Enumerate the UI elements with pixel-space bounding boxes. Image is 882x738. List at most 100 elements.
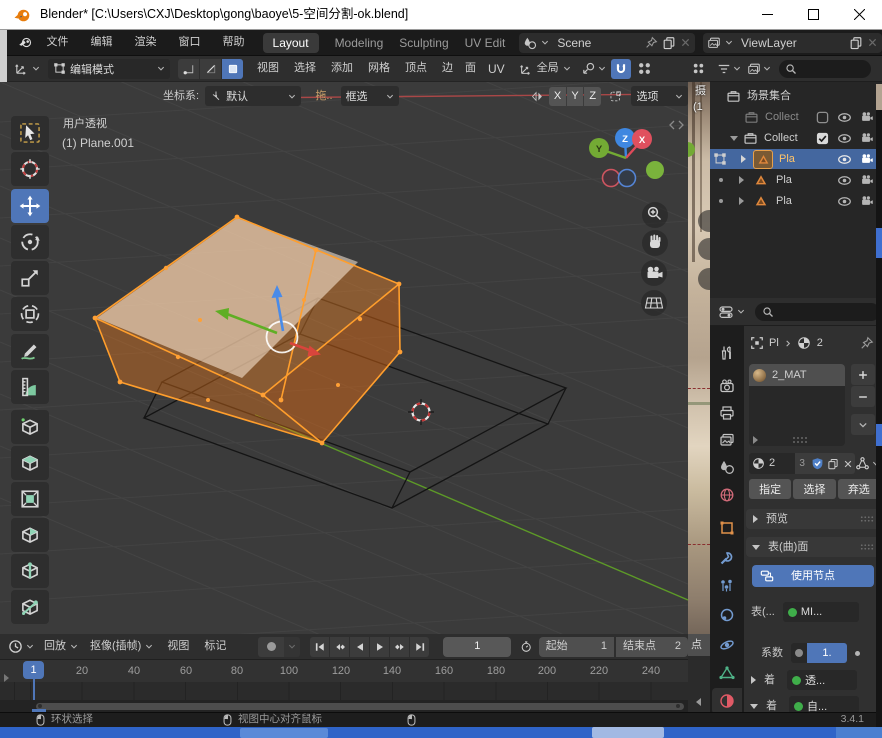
select-mode-edge[interactable] (200, 59, 221, 79)
tab-world[interactable] (712, 482, 742, 508)
minimize-button[interactable] (744, 0, 790, 30)
vp-menu-view[interactable]: 视图 (257, 63, 279, 74)
expand-left-arrow-icon[interactable] (4, 674, 9, 682)
eye-icon[interactable] (837, 152, 852, 167)
surface-shader-dropdown[interactable]: MI... (783, 602, 859, 622)
expand-icon[interactable] (741, 155, 746, 163)
unlink-icon[interactable] (680, 37, 691, 48)
zoom-button[interactable] (642, 202, 668, 228)
snap-target-dropdown[interactable] (581, 61, 606, 76)
jump-end-button[interactable] (410, 637, 429, 657)
menu-window[interactable]: 窗口 (179, 37, 201, 48)
list-expand-icon[interactable] (753, 436, 758, 444)
workspace-tab-modeling[interactable]: Modeling (335, 37, 384, 49)
vp-menu-vertex[interactable]: 顶点 (405, 63, 427, 74)
menu-file[interactable]: 文件 (47, 37, 69, 48)
tool-box-select[interactable] (11, 116, 49, 150)
select-mode-vertex[interactable] (178, 59, 199, 79)
shader1-dropdown[interactable]: 透... (787, 670, 857, 690)
tool-measure[interactable] (11, 370, 49, 404)
grip-icon[interactable] (860, 515, 874, 523)
keying-menu[interactable]: 抠像(插帧) (90, 641, 153, 652)
eye-icon[interactable] (837, 173, 852, 188)
outliner-row-object-active[interactable]: Pla (710, 149, 882, 169)
camera-render-icon[interactable] (860, 173, 874, 187)
vp-menu-uv[interactable]: UV (488, 63, 505, 75)
orientation-dropdown[interactable]: 全局 (519, 62, 571, 76)
auto-key-button[interactable] (258, 637, 284, 657)
camera-render-icon[interactable] (860, 131, 874, 145)
eye-icon[interactable] (837, 110, 852, 125)
chevron-down-icon[interactable] (541, 39, 549, 46)
camera-render-icon[interactable] (860, 110, 874, 124)
expand-icon[interactable] (739, 176, 744, 184)
scene-name[interactable]: Scene (557, 37, 591, 49)
tab-object-data[interactable] (712, 660, 742, 686)
playhead-badge[interactable]: 1 (23, 661, 44, 679)
grip-icon[interactable] (860, 543, 874, 551)
camera-button-fragment[interactable] (698, 268, 710, 290)
tool-inset-faces[interactable] (11, 482, 49, 516)
outliner-row-collection-hidden[interactable]: Collect (710, 107, 882, 127)
vp-menu-add[interactable]: 添加 (331, 63, 353, 74)
outliner-display-mode-icon[interactable] (747, 62, 761, 76)
tab-constraints[interactable] (712, 602, 742, 628)
timeline-scrollbar[interactable] (0, 700, 688, 712)
panel-surface[interactable]: 表(曲)面 (746, 537, 880, 557)
checkbox-unchecked-icon[interactable] (816, 111, 829, 124)
keying-set-chevron[interactable] (284, 637, 300, 657)
outliner-row-scene-collection[interactable]: 场景集合 (710, 86, 882, 106)
tab-material[interactable] (712, 688, 742, 714)
current-frame-field[interactable]: 1 (443, 637, 511, 657)
options-dropdown[interactable]: 选项 (631, 86, 688, 106)
tool-loop-cut[interactable] (11, 554, 49, 588)
tab-object[interactable] (712, 515, 742, 541)
close-button[interactable] (836, 0, 882, 30)
row-collapse-icon[interactable] (751, 676, 756, 684)
jump-start-button[interactable] (310, 637, 329, 657)
material-slot-row[interactable]: 2_MAT (749, 364, 845, 386)
camera-render-icon[interactable] (860, 194, 874, 208)
expand-icon[interactable] (739, 197, 744, 205)
vp-menu-edge[interactable]: 边 (442, 63, 453, 74)
tab-render[interactable] (712, 373, 742, 399)
editor-type-button[interactable] (8, 639, 34, 654)
timeline-channels[interactable] (0, 682, 688, 700)
tool-rotate[interactable] (11, 225, 49, 259)
outliner-row-object[interactable]: Pla (710, 191, 882, 211)
id-users-button[interactable]: 3 (795, 453, 809, 474)
editor-type-button[interactable] (14, 61, 40, 76)
drag-dropdown[interactable]: 框选 (341, 86, 399, 106)
properties-editor-icon[interactable] (718, 304, 734, 320)
tool-move[interactable] (11, 189, 49, 223)
scene-icon[interactable] (523, 36, 537, 50)
tab-view-layer[interactable] (712, 427, 742, 453)
use-nodes-button[interactable]: 使用节点 (752, 565, 874, 587)
tab-tool[interactable] (712, 340, 742, 366)
proportional-edit-toggle[interactable] (636, 60, 654, 78)
tool-add-cube[interactable] (11, 410, 49, 444)
tab-modifiers[interactable] (712, 545, 742, 571)
factor-slider[interactable]: 1. (807, 643, 847, 663)
fake-user-toggle[interactable] (809, 453, 826, 474)
deselect-button[interactable]: 弃选 (838, 479, 880, 499)
factor-socket[interactable] (791, 643, 807, 663)
id-unlink-button[interactable] (841, 453, 855, 474)
mode-dropdown[interactable]: 编辑模式 (48, 59, 170, 79)
tool-extrude-region[interactable] (11, 446, 49, 480)
tab-particles[interactable] (712, 573, 742, 599)
outliner-row-collection[interactable]: Collect (710, 128, 882, 148)
tab-output[interactable] (712, 400, 742, 426)
play-button[interactable] (370, 637, 389, 657)
tool-cursor[interactable] (11, 152, 49, 186)
pin-icon[interactable] (860, 336, 874, 350)
coord-dropdown[interactable]: 默认 (205, 86, 301, 106)
timeline-marker-menu[interactable]: 标记 (204, 641, 226, 652)
snap-base-icon[interactable] (609, 89, 621, 104)
grip-icon[interactable] (792, 436, 808, 444)
frame-start-field[interactable]: 起始 1 (539, 637, 614, 657)
slot-remove-button[interactable] (851, 386, 875, 407)
pan-button-fragment[interactable] (698, 238, 710, 260)
breadcrumb-material[interactable]: 2 (817, 338, 823, 349)
id-copy-button[interactable] (826, 453, 841, 474)
